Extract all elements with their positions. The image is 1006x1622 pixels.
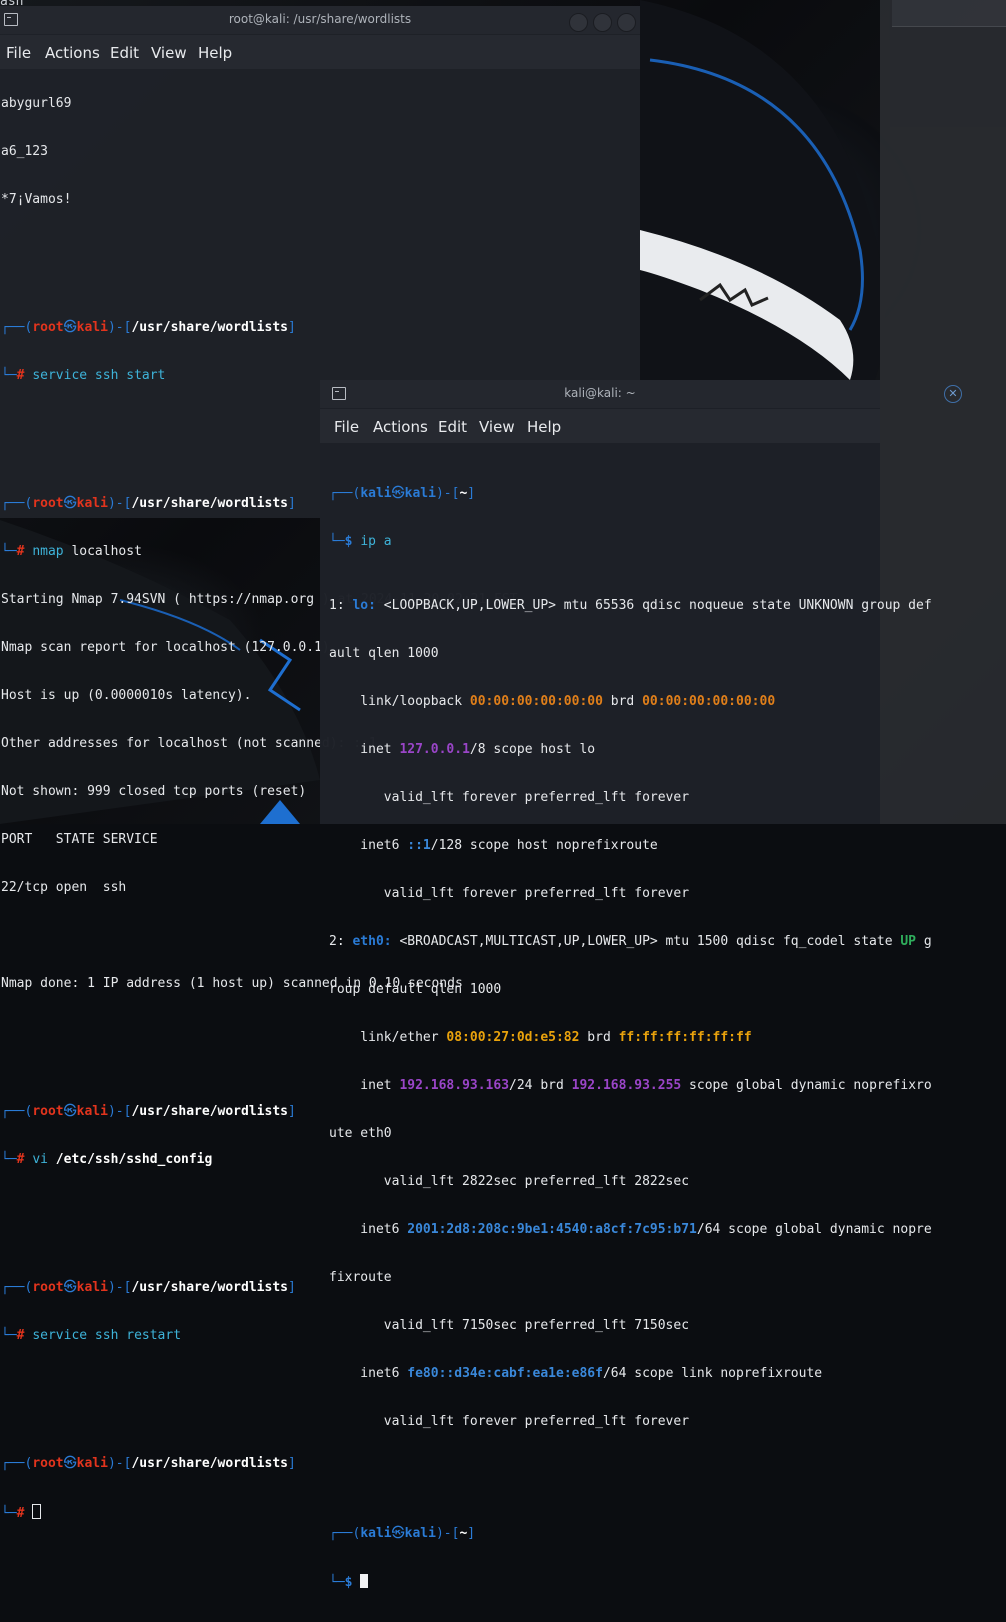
window-title: kali@kali: ~: [564, 386, 636, 400]
output-line: 2: eth0: <BROADCAST,MULTICAST,UP,LOWER_U…: [329, 934, 932, 949]
prompt-line: ┌──(kali㉿kali)-[~]: [329, 1526, 476, 1541]
output-line: ault qlen 1000: [329, 646, 439, 661]
text-cursor: [32, 1504, 42, 1519]
menu-help[interactable]: Help: [198, 44, 232, 62]
menu-file[interactable]: File: [334, 418, 359, 436]
command-line: └─$ ip a: [329, 534, 392, 549]
output-line: link/ether 08:00:27:0d:e5:82 brd ff:ff:f…: [329, 1030, 752, 1045]
output-line: inet6 2001:2d8:208c:9be1:4540:a8cf:7c95:…: [329, 1222, 932, 1237]
output-line: inet6 ::1/128 scope host noprefixroute: [329, 838, 658, 853]
command-line[interactable]: └─$: [329, 1574, 880, 1590]
maximize-button[interactable]: [593, 13, 612, 32]
output-line: inet 127.0.0.1/8 scope host lo: [329, 742, 596, 757]
side-panel: [880, 0, 1006, 824]
output-line: abygurl69: [1, 96, 72, 111]
output-line: inet6 fe80::d34e:cabf:ea1e:e86f/64 scope…: [329, 1366, 823, 1381]
output-line: a6_123: [1, 144, 48, 159]
output-line: valid_lft 2822sec preferred_lft 2822sec: [329, 1174, 690, 1189]
close-button[interactable]: [617, 13, 636, 32]
output-line: 1: lo: <LOOPBACK,UP,LOWER_UP> mtu 65536 …: [329, 598, 932, 613]
output-line: roup default qlen 1000: [329, 982, 502, 997]
text-cursor: [360, 1574, 369, 1588]
menu-bar: File Actions Edit View Help: [320, 409, 880, 443]
output-line: link/loopback 00:00:00:00:00:00 brd 00:0…: [329, 694, 776, 709]
output-line: fixroute: [329, 1270, 392, 1285]
menu-view[interactable]: View: [479, 418, 515, 436]
menu-help[interactable]: Help: [527, 418, 561, 436]
output-line: valid_lft forever preferred_lft forever: [329, 790, 690, 805]
menu-view[interactable]: View: [151, 44, 187, 62]
window-title: root@kali: /usr/share/wordlists: [228, 12, 412, 26]
output-line: valid_lft 7150sec preferred_lft 7150sec: [329, 1318, 690, 1333]
output-line: valid_lft forever preferred_lft forever: [329, 886, 690, 901]
titlebar[interactable]: root@kali: /usr/share/wordlists: [0, 6, 640, 34]
output-line: *7¡Vamos!: [1, 192, 72, 207]
menu-file[interactable]: File: [6, 44, 31, 62]
prompt-line: ┌──(kali㉿kali)-[~]: [329, 486, 476, 501]
menu-edit[interactable]: Edit: [110, 44, 139, 62]
terminal-window-kali[interactable]: kali@kali: ~ File Actions Edit View Help…: [320, 380, 932, 1590]
output-line: valid_lft forever preferred_lft forever: [329, 1414, 690, 1429]
minimize-button[interactable]: [569, 13, 588, 32]
close-icon[interactable]: ✕: [944, 385, 962, 403]
menu-edit[interactable]: Edit: [438, 418, 467, 436]
output-line: inet 192.168.93.163/24 brd 192.168.93.25…: [329, 1078, 932, 1093]
prompt-line: ┌──(root㉿kali)-[/usr/share/wordlists]: [1, 320, 296, 335]
output-line: ute eth0: [329, 1126, 392, 1141]
terminal-output[interactable]: ┌──(kali㉿kali)-[~] └─$ ip a 1: lo: <LOOP…: [329, 454, 932, 1622]
titlebar[interactable]: kali@kali: ~: [320, 380, 880, 408]
panel-tab[interactable]: [892, 0, 1006, 27]
menu-actions[interactable]: Actions: [373, 418, 428, 436]
menu-actions[interactable]: Actions: [45, 44, 100, 62]
